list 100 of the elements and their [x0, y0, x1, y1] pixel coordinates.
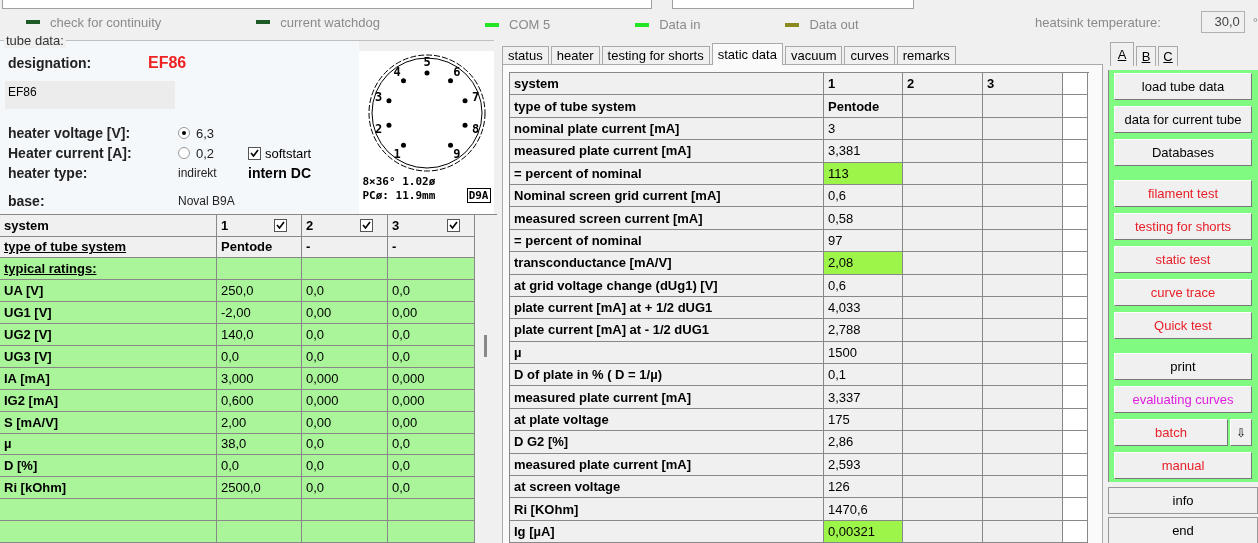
table-cell [1063, 386, 1088, 409]
action-button[interactable]: static test [1114, 246, 1252, 273]
tab[interactable]: heater [550, 46, 600, 64]
table-cell: 0,00321 [824, 520, 903, 543]
table-cell: D [%] [0, 455, 217, 478]
footer-button[interactable]: end [1108, 517, 1258, 543]
table-cell: 0,000 [388, 389, 475, 412]
table-cell: 4,033 [824, 296, 903, 320]
table-cell: 0,1 [824, 364, 903, 387]
action-button[interactable]: Quick test [1114, 312, 1252, 339]
table-cell [1063, 162, 1088, 185]
action-button[interactable]: testing for shorts [1114, 213, 1252, 240]
table-cell: 2500,0 [217, 477, 302, 500]
action-button[interactable]: manual [1114, 452, 1252, 479]
table-cell [1063, 364, 1088, 387]
temperature-field[interactable]: 30,0 [1200, 11, 1245, 33]
system-checkbox[interactable] [447, 218, 460, 232]
voltage-radio[interactable]: 6,3 [178, 125, 248, 141]
tab[interactable]: A [1110, 42, 1134, 66]
table-cell: 0,0 [302, 280, 388, 303]
pin-number: 6 [452, 64, 461, 79]
table-cell: = percent of nominal [510, 162, 824, 185]
table-cell: 97 [824, 229, 903, 253]
pin-number: 3 [374, 90, 382, 105]
action-button[interactable]: load tube data [1114, 73, 1252, 100]
table-cell: at plate voltage [510, 408, 824, 432]
designation-label: designation: [8, 55, 93, 71]
checkmark-icon [250, 148, 259, 158]
table-cell: 0,58 [824, 207, 903, 230]
table-cell: type of tube system [510, 95, 824, 118]
table-cell: 0,0 [388, 280, 475, 303]
table-cell: 0,600 [217, 389, 302, 412]
action-button[interactable]: data for current tube [1114, 106, 1252, 133]
tab[interactable]: remarks [896, 46, 956, 64]
pin-number: 2 [374, 121, 382, 136]
footer-button[interactable]: info [1108, 487, 1258, 514]
table-cell: 0,000 [302, 389, 388, 412]
table-cell: UG3 [V] [0, 346, 217, 368]
table-cell: 0,6 [824, 184, 903, 208]
table-cell: 0,0 [388, 455, 475, 478]
base-value: Noval B9A [178, 194, 235, 208]
action-button[interactable]: batch [1114, 419, 1228, 446]
table-header: system [510, 73, 824, 96]
action-button[interactable]: Databases [1114, 139, 1252, 166]
table-cell: = percent of nominal [510, 229, 824, 253]
table-cell: Pentode [824, 95, 903, 118]
dropdown-button[interactable]: ⇩ [1230, 419, 1252, 446]
input-field[interactable] [2, 0, 652, 9]
checkmark-icon [449, 220, 458, 230]
pin-number: 4 [392, 64, 401, 79]
tab[interactable]: status [502, 46, 549, 64]
table-cell: 0,00 [388, 411, 475, 434]
table-cell: 2,86 [824, 431, 903, 454]
tab[interactable]: testing for shorts [601, 46, 710, 64]
table-cell: 2,08 [824, 252, 903, 275]
indicator-label: check for continuity [50, 14, 162, 30]
table-cell [1063, 296, 1088, 320]
base-code: D9A [466, 188, 491, 203]
action-button[interactable]: filament test [1114, 180, 1252, 207]
current-radio[interactable]: 0,2 [178, 145, 248, 161]
pin-number: 8 [471, 121, 479, 136]
system-checkbox[interactable] [360, 218, 373, 232]
table-cell: IG2 [mA] [0, 389, 217, 412]
table-cell: 0,00 [302, 411, 388, 434]
action-button[interactable]: curve trace [1114, 279, 1252, 306]
action-button[interactable]: print [1114, 353, 1252, 380]
tab[interactable]: C [1158, 46, 1178, 66]
table-cell [1063, 498, 1088, 521]
softstart-checkbox[interactable]: softstart [248, 145, 359, 161]
table-cell: plate current [mA] at - 1/2 dUG1 [510, 319, 824, 342]
scrollbar-thumb[interactable] [484, 334, 487, 357]
checkmark-icon [276, 220, 285, 230]
system-checkbox[interactable] [274, 218, 287, 232]
tab[interactable]: B [1136, 46, 1156, 66]
input-field[interactable] [672, 0, 914, 9]
table-cell: 2,00 [217, 411, 302, 434]
tab[interactable]: curves [844, 46, 895, 64]
indicator-label: Data out [809, 17, 859, 32]
tab[interactable]: static data [711, 43, 783, 65]
table-cell: Nominal screen grid current [mA] [510, 184, 824, 208]
table-cell [1063, 184, 1088, 208]
heater-mode-value: intern DC [248, 165, 312, 181]
table-cell: 0,0 [388, 324, 475, 346]
table-cell: IA [mA] [0, 367, 217, 390]
table-cell [1063, 319, 1088, 342]
table-cell: 1470,6 [824, 498, 903, 521]
indicator-label: Data in [659, 17, 701, 32]
designation-value: EF86 [148, 54, 187, 72]
table-cell: D of plate in % ( D = 1/µ) [510, 364, 824, 387]
description-field[interactable]: EF86 [5, 81, 175, 109]
tab[interactable]: vacuum [784, 46, 843, 64]
table-cell: 3 [824, 117, 903, 141]
pin-number: 1 [392, 147, 401, 162]
table-cell: 0,000 [388, 367, 475, 390]
pin-spec-text: 8×36° 1.02ø [362, 175, 436, 188]
table-cell [1063, 252, 1088, 275]
heatsink-label: heatsink temperature: [1035, 14, 1161, 30]
table-cell: 1500 [824, 341, 903, 365]
group-legend: tube data: [4, 33, 66, 48]
table-cell: 0,0 [302, 455, 388, 478]
